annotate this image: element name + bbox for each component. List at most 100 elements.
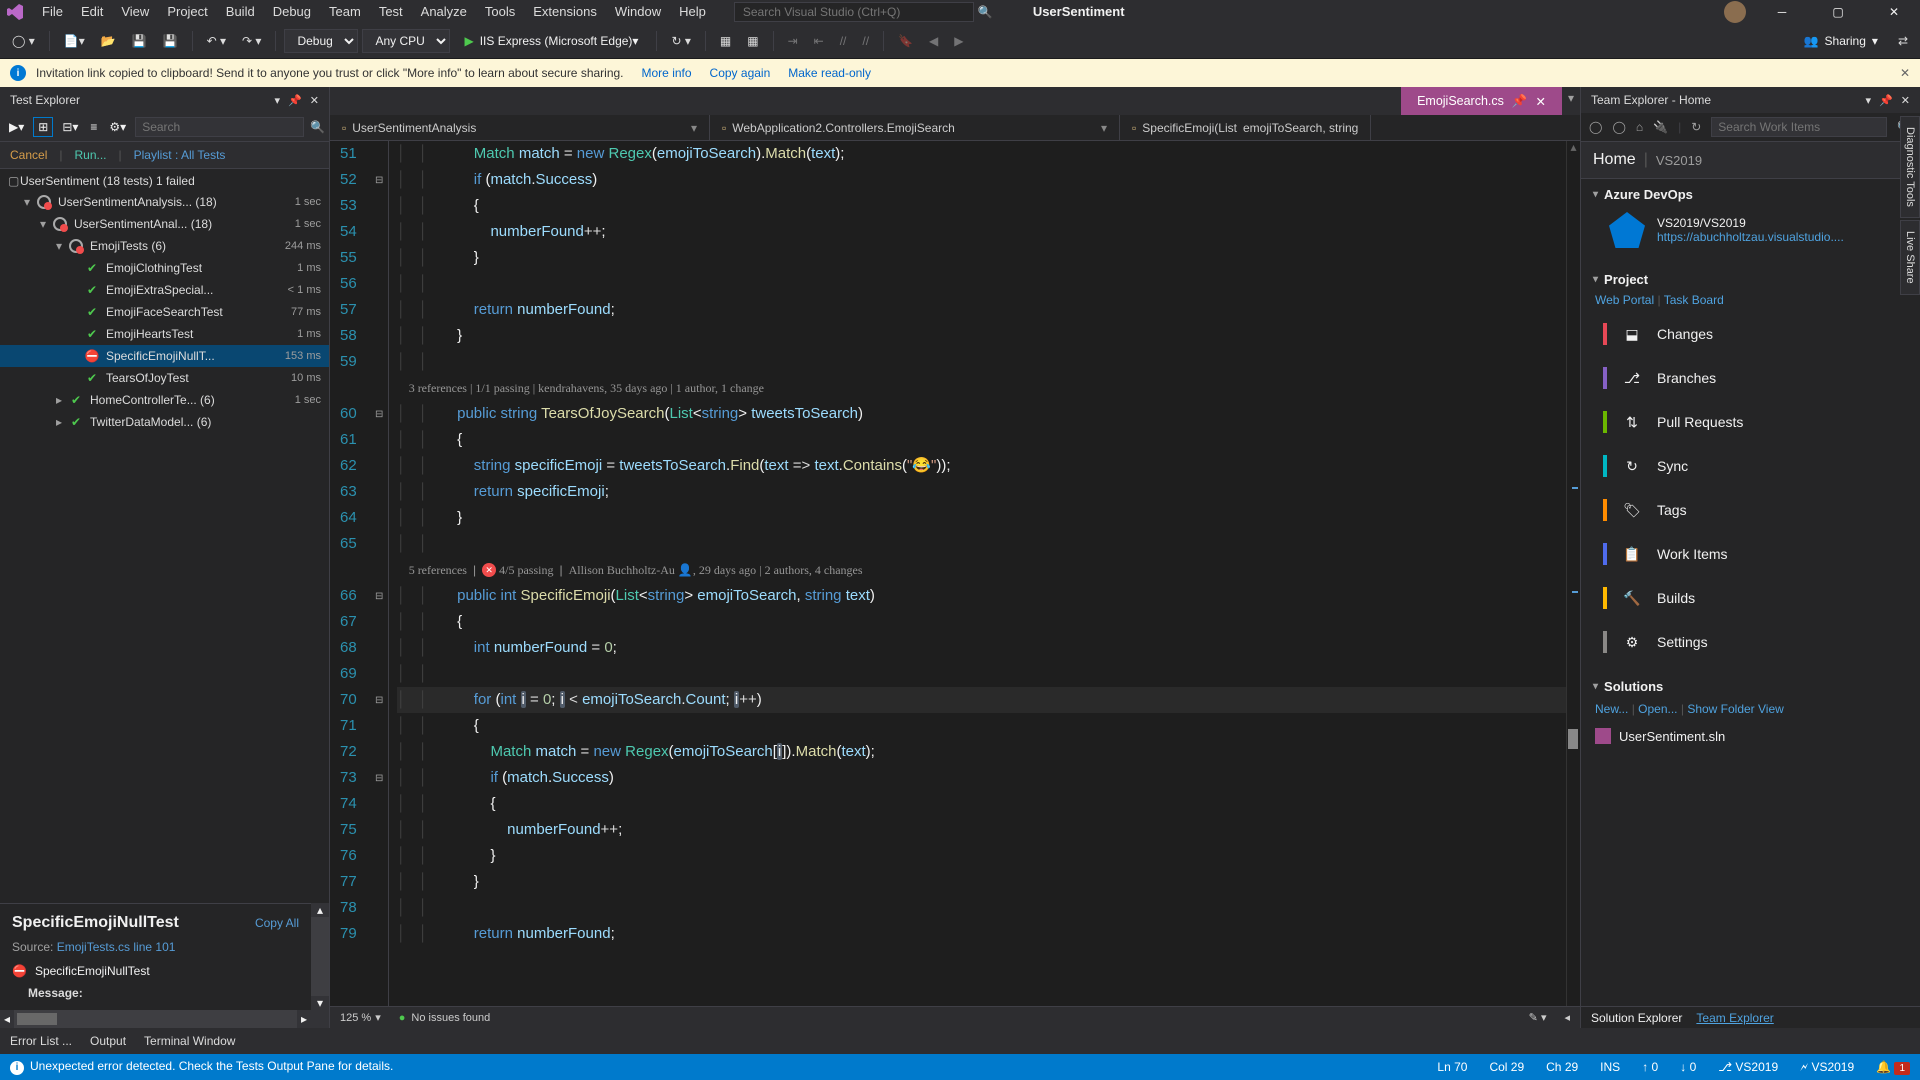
folder-view-link[interactable]: Show Folder View bbox=[1687, 702, 1784, 716]
ch-indicator[interactable]: Ch 29 bbox=[1546, 1060, 1578, 1074]
menu-file[interactable]: File bbox=[34, 1, 71, 22]
close-panel-icon[interactable]: ✕ bbox=[310, 94, 319, 107]
new-solution-link[interactable]: New... bbox=[1595, 702, 1628, 716]
filter-icon[interactable]: ⚙▾ bbox=[106, 117, 129, 137]
new-item-button[interactable]: 📄▾ bbox=[58, 30, 91, 52]
project-item-changes[interactable]: ⬓Changes bbox=[1595, 313, 1908, 355]
push-indicator[interactable]: ↑ 0 bbox=[1642, 1060, 1658, 1074]
code-content[interactable]: │ │ Match match = new Regex(emojiToSearc… bbox=[389, 141, 1566, 1006]
test-node[interactable]: ✔EmojiFaceSearchTest77 ms bbox=[0, 301, 329, 323]
team-home-header[interactable]: Home | VS2019 ▾ bbox=[1581, 142, 1920, 179]
bookmark-btn[interactable]: 🔖 bbox=[892, 30, 919, 52]
breadcrumb-item[interactable]: ▫SpecificEmoji(List emojiToSearch, strin… bbox=[1120, 115, 1371, 140]
test-node[interactable]: ▸✔TwitterDataModel... (6) bbox=[0, 411, 329, 433]
minimize-button[interactable]: ─ bbox=[1762, 0, 1802, 23]
menu-edit[interactable]: Edit bbox=[73, 1, 111, 22]
close-button[interactable]: ✕ bbox=[1874, 0, 1914, 23]
test-search-input[interactable] bbox=[135, 117, 304, 137]
menu-analyze[interactable]: Analyze bbox=[413, 1, 475, 22]
test-node[interactable]: ✔EmojiHeartsTest1 ms bbox=[0, 323, 329, 345]
bookmark-prev[interactable]: ◀ bbox=[923, 30, 944, 52]
open-solution-link[interactable]: Open... bbox=[1638, 702, 1677, 716]
playlist-dropdown[interactable]: Playlist : All Tests bbox=[134, 148, 226, 162]
crlf-icon[interactable]: ✎ ▾ bbox=[1529, 1011, 1547, 1024]
test-node[interactable]: ⛔SpecificEmojiNullT...153 ms bbox=[0, 345, 329, 367]
tab-pin-icon[interactable]: 📌 bbox=[1512, 94, 1528, 109]
nav-prev[interactable]: ◂ bbox=[1564, 1011, 1570, 1024]
bottom-tab[interactable]: Terminal Window bbox=[144, 1034, 235, 1048]
cancel-button[interactable]: Cancel bbox=[10, 148, 47, 162]
project-item-builds[interactable]: 🔨Builds bbox=[1595, 577, 1908, 619]
repo-indicator[interactable]: ⎇ VS2019 bbox=[1718, 1060, 1778, 1074]
liveshare-icon[interactable]: ⇄ bbox=[1892, 30, 1914, 52]
search-input[interactable] bbox=[734, 2, 974, 22]
layout-btn-1[interactable]: ▦ bbox=[714, 30, 737, 52]
source-link[interactable]: EmojiTests.cs line 101 bbox=[57, 940, 176, 954]
menu-project[interactable]: Project bbox=[159, 1, 215, 22]
outdent-btn[interactable]: ⇤ bbox=[808, 30, 830, 52]
connect-icon[interactable]: 🔌 bbox=[1653, 120, 1668, 134]
ins-indicator[interactable]: INS bbox=[1600, 1060, 1620, 1074]
tab-overflow-icon[interactable]: ▾ bbox=[1562, 87, 1580, 115]
project-item-work-items[interactable]: 📋Work Items bbox=[1595, 533, 1908, 575]
list-icon[interactable]: ≡ bbox=[87, 117, 100, 137]
global-search[interactable] bbox=[734, 2, 974, 22]
menu-window[interactable]: Window bbox=[607, 1, 669, 22]
maximize-button[interactable]: ▢ bbox=[1818, 0, 1858, 23]
notifications[interactable]: 🔔 1 bbox=[1876, 1060, 1910, 1074]
bottom-tab[interactable]: Error List ... bbox=[10, 1034, 72, 1048]
panel-dropdown-icon[interactable]: ▾ bbox=[1866, 94, 1872, 107]
side-tab[interactable]: Diagnostic Tools bbox=[1900, 116, 1920, 218]
menu-build[interactable]: Build bbox=[218, 1, 263, 22]
menu-debug[interactable]: Debug bbox=[265, 1, 319, 22]
sharing-indicator[interactable]: 👥 Sharing ▾ bbox=[1794, 30, 1888, 52]
project-item-sync[interactable]: ↻Sync bbox=[1595, 445, 1908, 487]
zoom-control[interactable]: 125 % ▾ bbox=[340, 1011, 381, 1024]
copy-all-link[interactable]: Copy All bbox=[255, 916, 299, 930]
test-node[interactable]: ▸✔HomeControllerTe... (6)1 sec bbox=[0, 389, 329, 411]
fold-gutter[interactable]: ⊟⊟⊟⊟⊟ bbox=[371, 141, 389, 1006]
work-items-search[interactable] bbox=[1711, 117, 1887, 137]
solutions-section-header[interactable]: ▾Solutions bbox=[1593, 679, 1908, 694]
menu-extensions[interactable]: Extensions bbox=[525, 1, 605, 22]
detail-vscrollbar[interactable]: ▴ ▾ bbox=[311, 903, 329, 1010]
test-tree[interactable]: ▢ UserSentiment (18 tests) 1 failed ▾Use… bbox=[0, 169, 329, 903]
bookmark-next[interactable]: ▶ bbox=[948, 30, 969, 52]
editor-scrollbar[interactable]: ▴ bbox=[1566, 141, 1580, 1006]
close-notification-icon[interactable]: ✕ bbox=[1900, 66, 1910, 80]
comment-btn[interactable]: // bbox=[834, 30, 853, 52]
config-select[interactable]: Debug bbox=[284, 29, 358, 53]
detail-hscrollbar[interactable]: ◂ ▸ bbox=[0, 1010, 329, 1028]
layout-btn-2[interactable]: ▦ bbox=[741, 30, 764, 52]
web-portal-link[interactable]: Web Portal bbox=[1595, 293, 1654, 307]
search-icon[interactable]: 🔍 bbox=[978, 5, 993, 19]
undo-button[interactable]: ↶ ▾ bbox=[201, 30, 232, 52]
pull-indicator[interactable]: ↓ 0 bbox=[1680, 1060, 1696, 1074]
azure-section-header[interactable]: ▾Azure DevOps bbox=[1593, 187, 1908, 202]
test-node[interactable]: ▾EmojiTests (6)244 ms bbox=[0, 235, 329, 257]
task-board-link[interactable]: Task Board bbox=[1664, 293, 1724, 307]
more-info-link[interactable]: More info bbox=[642, 66, 692, 80]
project-item-pull-requests[interactable]: ⇅Pull Requests bbox=[1595, 401, 1908, 443]
copy-again-link[interactable]: Copy again bbox=[710, 66, 771, 80]
test-node[interactable]: ✔EmojiExtraSpecial...< 1 ms bbox=[0, 279, 329, 301]
menu-view[interactable]: View bbox=[113, 1, 157, 22]
group-button[interactable]: ⊞ bbox=[33, 117, 53, 137]
save-all-button[interactable]: 💾 bbox=[157, 30, 184, 52]
test-node[interactable]: ▾UserSentimentAnalysis... (18)1 sec bbox=[0, 191, 329, 213]
team-explorer-tab[interactable]: Team Explorer bbox=[1696, 1011, 1773, 1025]
run-all-button[interactable]: ▶▾ bbox=[6, 117, 27, 137]
save-button[interactable]: 💾 bbox=[126, 30, 153, 52]
nav-back-button[interactable]: ◯ ▾ bbox=[6, 30, 41, 52]
refresh-button[interactable]: ↻ ▾ bbox=[665, 30, 696, 52]
branch-indicator[interactable]: 🗲 VS2019 bbox=[1800, 1060, 1854, 1075]
redo-button[interactable]: ↷ ▾ bbox=[236, 30, 267, 52]
make-readonly-link[interactable]: Make read-only bbox=[788, 66, 871, 80]
pin-icon[interactable]: 📌 bbox=[1879, 94, 1893, 107]
test-node[interactable]: ✔EmojiClothingTest1 ms bbox=[0, 257, 329, 279]
solution-explorer-tab[interactable]: Solution Explorer bbox=[1591, 1011, 1682, 1025]
menu-help[interactable]: Help bbox=[671, 1, 714, 22]
line-indicator[interactable]: Ln 70 bbox=[1437, 1060, 1467, 1074]
tab-close-icon[interactable]: ✕ bbox=[1535, 94, 1545, 109]
user-avatar[interactable] bbox=[1724, 1, 1746, 23]
